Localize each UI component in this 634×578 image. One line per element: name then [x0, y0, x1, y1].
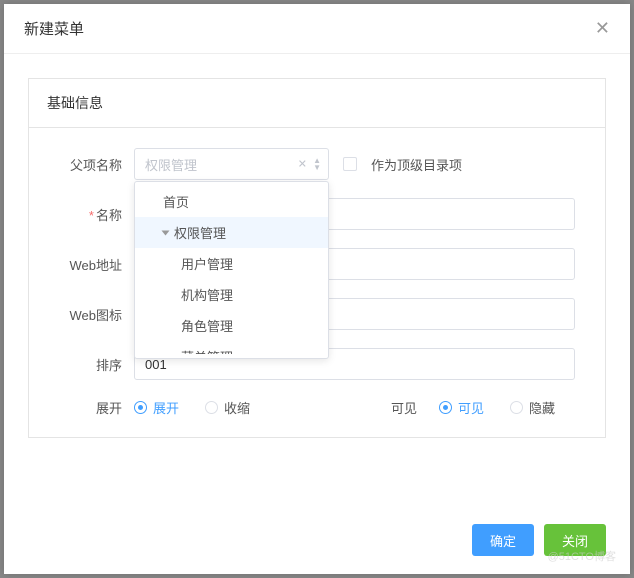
row-radios: 展开 展开 收缩 可见 可见 隐藏 — [29, 398, 575, 417]
radio-expand-off-label: 收缩 — [224, 398, 250, 417]
dropdown-option[interactable]: 角色管理 — [135, 310, 328, 341]
dropdown-option[interactable]: 权限管理 — [135, 217, 328, 248]
dropdown-option[interactable]: 首页 — [135, 186, 328, 217]
required-mark: * — [89, 208, 94, 223]
dropdown-option-label: 首页 — [163, 192, 189, 211]
panel-basic-info: 基础信息 父项名称 权限管理 ✕ ▲▼ 首页权限管理用户管理机构管理角色管理菜单… — [28, 78, 606, 438]
parent-dropdown: 首页权限管理用户管理机构管理角色管理菜单管理字典管理功能管理 — [134, 181, 329, 359]
row-parent: 父项名称 权限管理 ✕ ▲▼ 首页权限管理用户管理机构管理角色管理菜单管理字典管… — [29, 148, 575, 180]
panel-title: 基础信息 — [29, 79, 605, 128]
top-level-label: 作为顶级目录项 — [371, 155, 462, 174]
radio-visible-off-label: 隐藏 — [529, 398, 555, 417]
dropdown-option-label: 用户管理 — [181, 254, 233, 273]
dropdown-option[interactable]: 用户管理 — [135, 248, 328, 279]
parent-select-value: 权限管理 — [145, 155, 197, 174]
label-parent: 父项名称 — [29, 155, 134, 174]
dropdown-option-label: 菜单管理 — [181, 347, 233, 354]
close-icon[interactable]: ✕ — [595, 18, 610, 39]
radio-visible-off[interactable] — [510, 401, 523, 414]
dropdown-option-label: 权限管理 — [174, 223, 226, 242]
caret-icon: ▲▼ — [313, 157, 321, 171]
radio-visible-on[interactable] — [439, 401, 452, 414]
watermark: @51CTO博客 — [548, 548, 616, 564]
radio-expand-off[interactable] — [205, 401, 218, 414]
label-name: 名称 — [96, 208, 122, 223]
label-order: 排序 — [29, 355, 134, 374]
label-visible: 可见 — [391, 398, 417, 417]
dropdown-option[interactable]: 菜单管理 — [135, 341, 328, 354]
modal-dialog: 新建菜单 ✕ 基础信息 父项名称 权限管理 ✕ ▲▼ 首页权限管理用户管理机构管… — [4, 4, 630, 574]
radio-visible-on-label: 可见 — [458, 398, 484, 417]
dropdown-option[interactable]: 机构管理 — [135, 279, 328, 310]
radio-expand-on-label: 展开 — [153, 398, 179, 417]
label-expand: 展开 — [29, 398, 134, 417]
dropdown-option-label: 机构管理 — [181, 285, 233, 304]
modal-title: 新建菜单 — [24, 18, 84, 39]
top-level-checkbox[interactable] — [343, 157, 357, 171]
label-weburl: Web地址 — [29, 255, 134, 274]
form: 父项名称 权限管理 ✕ ▲▼ 首页权限管理用户管理机构管理角色管理菜单管理字典管… — [29, 128, 605, 437]
parent-select[interactable]: 权限管理 ✕ ▲▼ 首页权限管理用户管理机构管理角色管理菜单管理字典管理功能管理 — [134, 148, 329, 180]
dropdown-option-label: 角色管理 — [181, 316, 233, 335]
modal-header: 新建菜单 ✕ — [4, 4, 630, 54]
ok-button[interactable]: 确定 — [472, 524, 534, 556]
chevron-down-icon — [162, 230, 170, 235]
label-webicon: Web图标 — [29, 305, 134, 324]
radio-expand-on[interactable] — [134, 401, 147, 414]
clear-icon[interactable]: ✕ — [298, 158, 307, 171]
